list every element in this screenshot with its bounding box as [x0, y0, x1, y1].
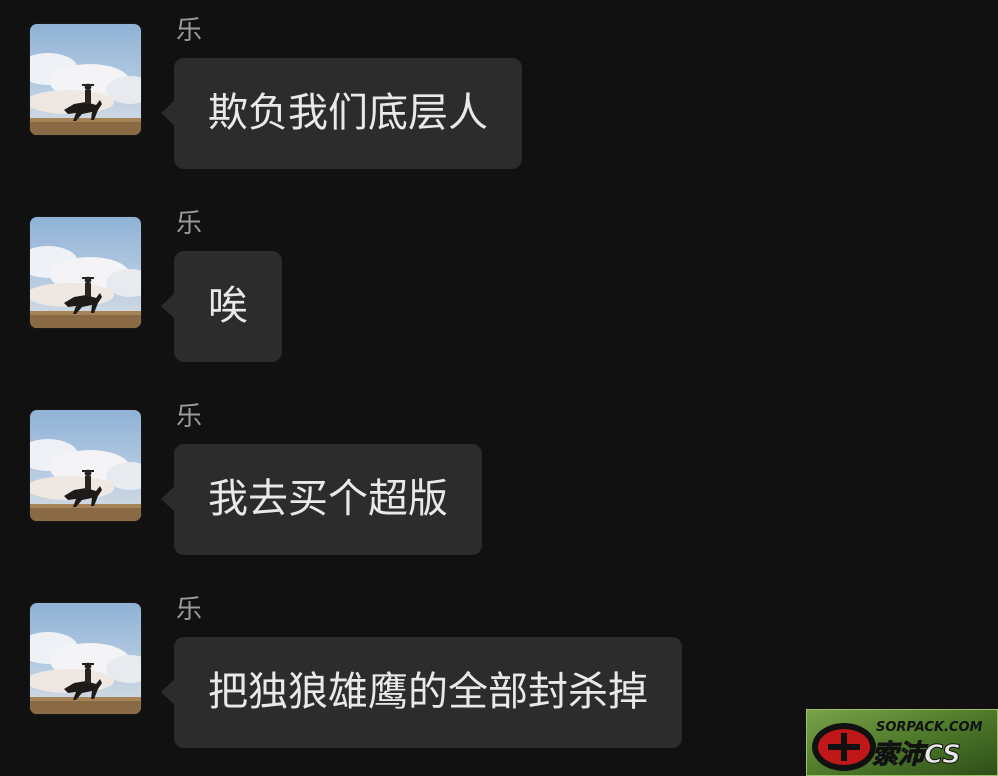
- message-bubble[interactable]: 唉: [161, 251, 282, 362]
- watermark-site-text: SORPACK.COM: [876, 720, 983, 735]
- avatar[interactable]: [30, 217, 141, 328]
- chat-message: 乐 唉: [0, 193, 998, 373]
- message-bubble[interactable]: 欺负我们底层人: [161, 58, 522, 169]
- chat-message: 乐 我去买个超版: [0, 386, 998, 566]
- message-bubble[interactable]: 把独狼雄鹰的全部封杀掉: [161, 637, 682, 748]
- sender-name: 乐: [176, 402, 203, 432]
- sender-name: 乐: [176, 16, 203, 46]
- avatar[interactable]: [30, 410, 141, 521]
- message-bubble[interactable]: 我去买个超版: [161, 444, 482, 555]
- horse-rider-avatar-icon: [30, 410, 141, 521]
- avatar[interactable]: [30, 24, 141, 135]
- avatar[interactable]: [30, 603, 141, 714]
- sender-name: 乐: [176, 209, 203, 239]
- horse-rider-avatar-icon: [30, 603, 141, 714]
- horse-rider-avatar-icon: [30, 217, 141, 328]
- chat-message-list: 乐 欺负我们底层人 乐 唉 乐 我去买个超版 乐 把独狼雄鹰的全部封杀掉: [0, 0, 998, 776]
- chat-message: 乐 欺负我们底层人: [0, 0, 998, 180]
- sender-name: 乐: [176, 595, 203, 625]
- watermark-name-text: 索沛CS: [872, 740, 961, 770]
- watermark-logo: SORPACK.COM 索沛CS: [806, 709, 998, 776]
- horse-rider-avatar-icon: [30, 24, 141, 135]
